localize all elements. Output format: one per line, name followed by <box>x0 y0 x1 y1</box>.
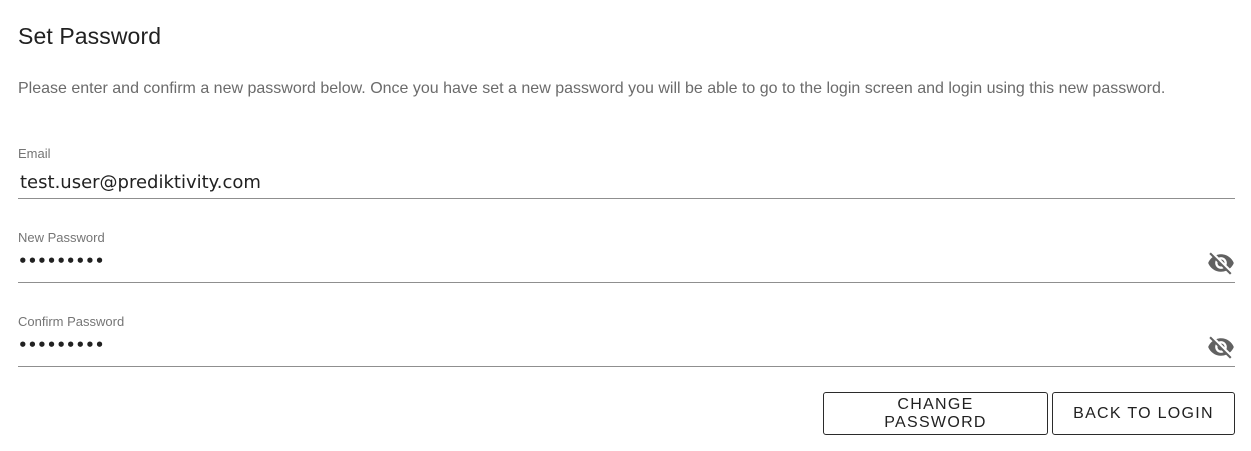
confirm-password-label: Confirm Password <box>18 314 125 329</box>
email-label: Email <box>18 146 51 161</box>
email-field[interactable]: Email test.user@prediktivity.com <box>18 146 1235 199</box>
form-actions: CHANGE PASSWORD BACK TO LOGIN <box>823 392 1235 435</box>
page-title: Set Password <box>18 23 162 49</box>
change-password-button[interactable]: CHANGE PASSWORD <box>823 392 1048 435</box>
new-password-field[interactable]: New Password ••••••••• <box>18 230 1235 283</box>
new-password-label: New Password <box>18 230 105 245</box>
confirm-password-field[interactable]: Confirm Password ••••••••• <box>18 314 1235 367</box>
confirm-password-input[interactable]: ••••••••• <box>18 336 1188 354</box>
new-password-input[interactable]: ••••••••• <box>18 252 1188 270</box>
eye-off-icon[interactable] <box>1207 249 1235 277</box>
email-input[interactable]: test.user@prediktivity.com <box>20 172 1190 193</box>
set-password-page: Set Password Please enter and confirm a … <box>0 0 1251 451</box>
eye-off-icon[interactable] <box>1207 333 1235 361</box>
back-to-login-button[interactable]: BACK TO LOGIN <box>1052 392 1235 435</box>
page-description: Please enter and confirm a new password … <box>18 80 1166 97</box>
